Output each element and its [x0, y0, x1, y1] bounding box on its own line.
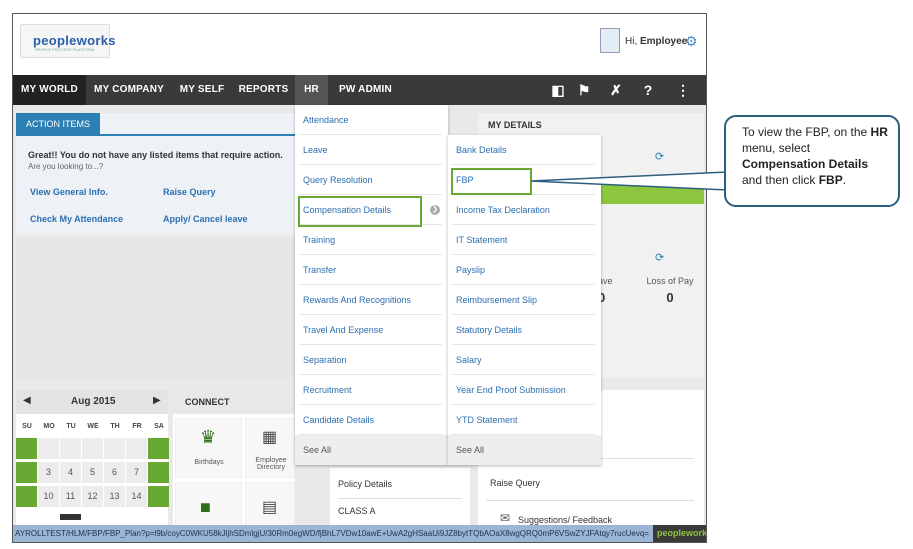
- callout-comp: Compensation Details: [742, 157, 869, 171]
- callout-text-2: menu, select: [742, 141, 811, 155]
- callout-hr: HR: [870, 125, 888, 139]
- callout-fbp: FBP: [818, 173, 843, 187]
- callout-pointer: [530, 171, 728, 191]
- callout-text-3: and then click: [742, 173, 819, 187]
- callout-box: To view the FBP, on the HR menu, select …: [724, 115, 900, 207]
- callout-text-1: To view the FBP, on the: [742, 125, 871, 139]
- callout-end: .: [842, 173, 847, 187]
- pointer-triangle: [530, 171, 728, 191]
